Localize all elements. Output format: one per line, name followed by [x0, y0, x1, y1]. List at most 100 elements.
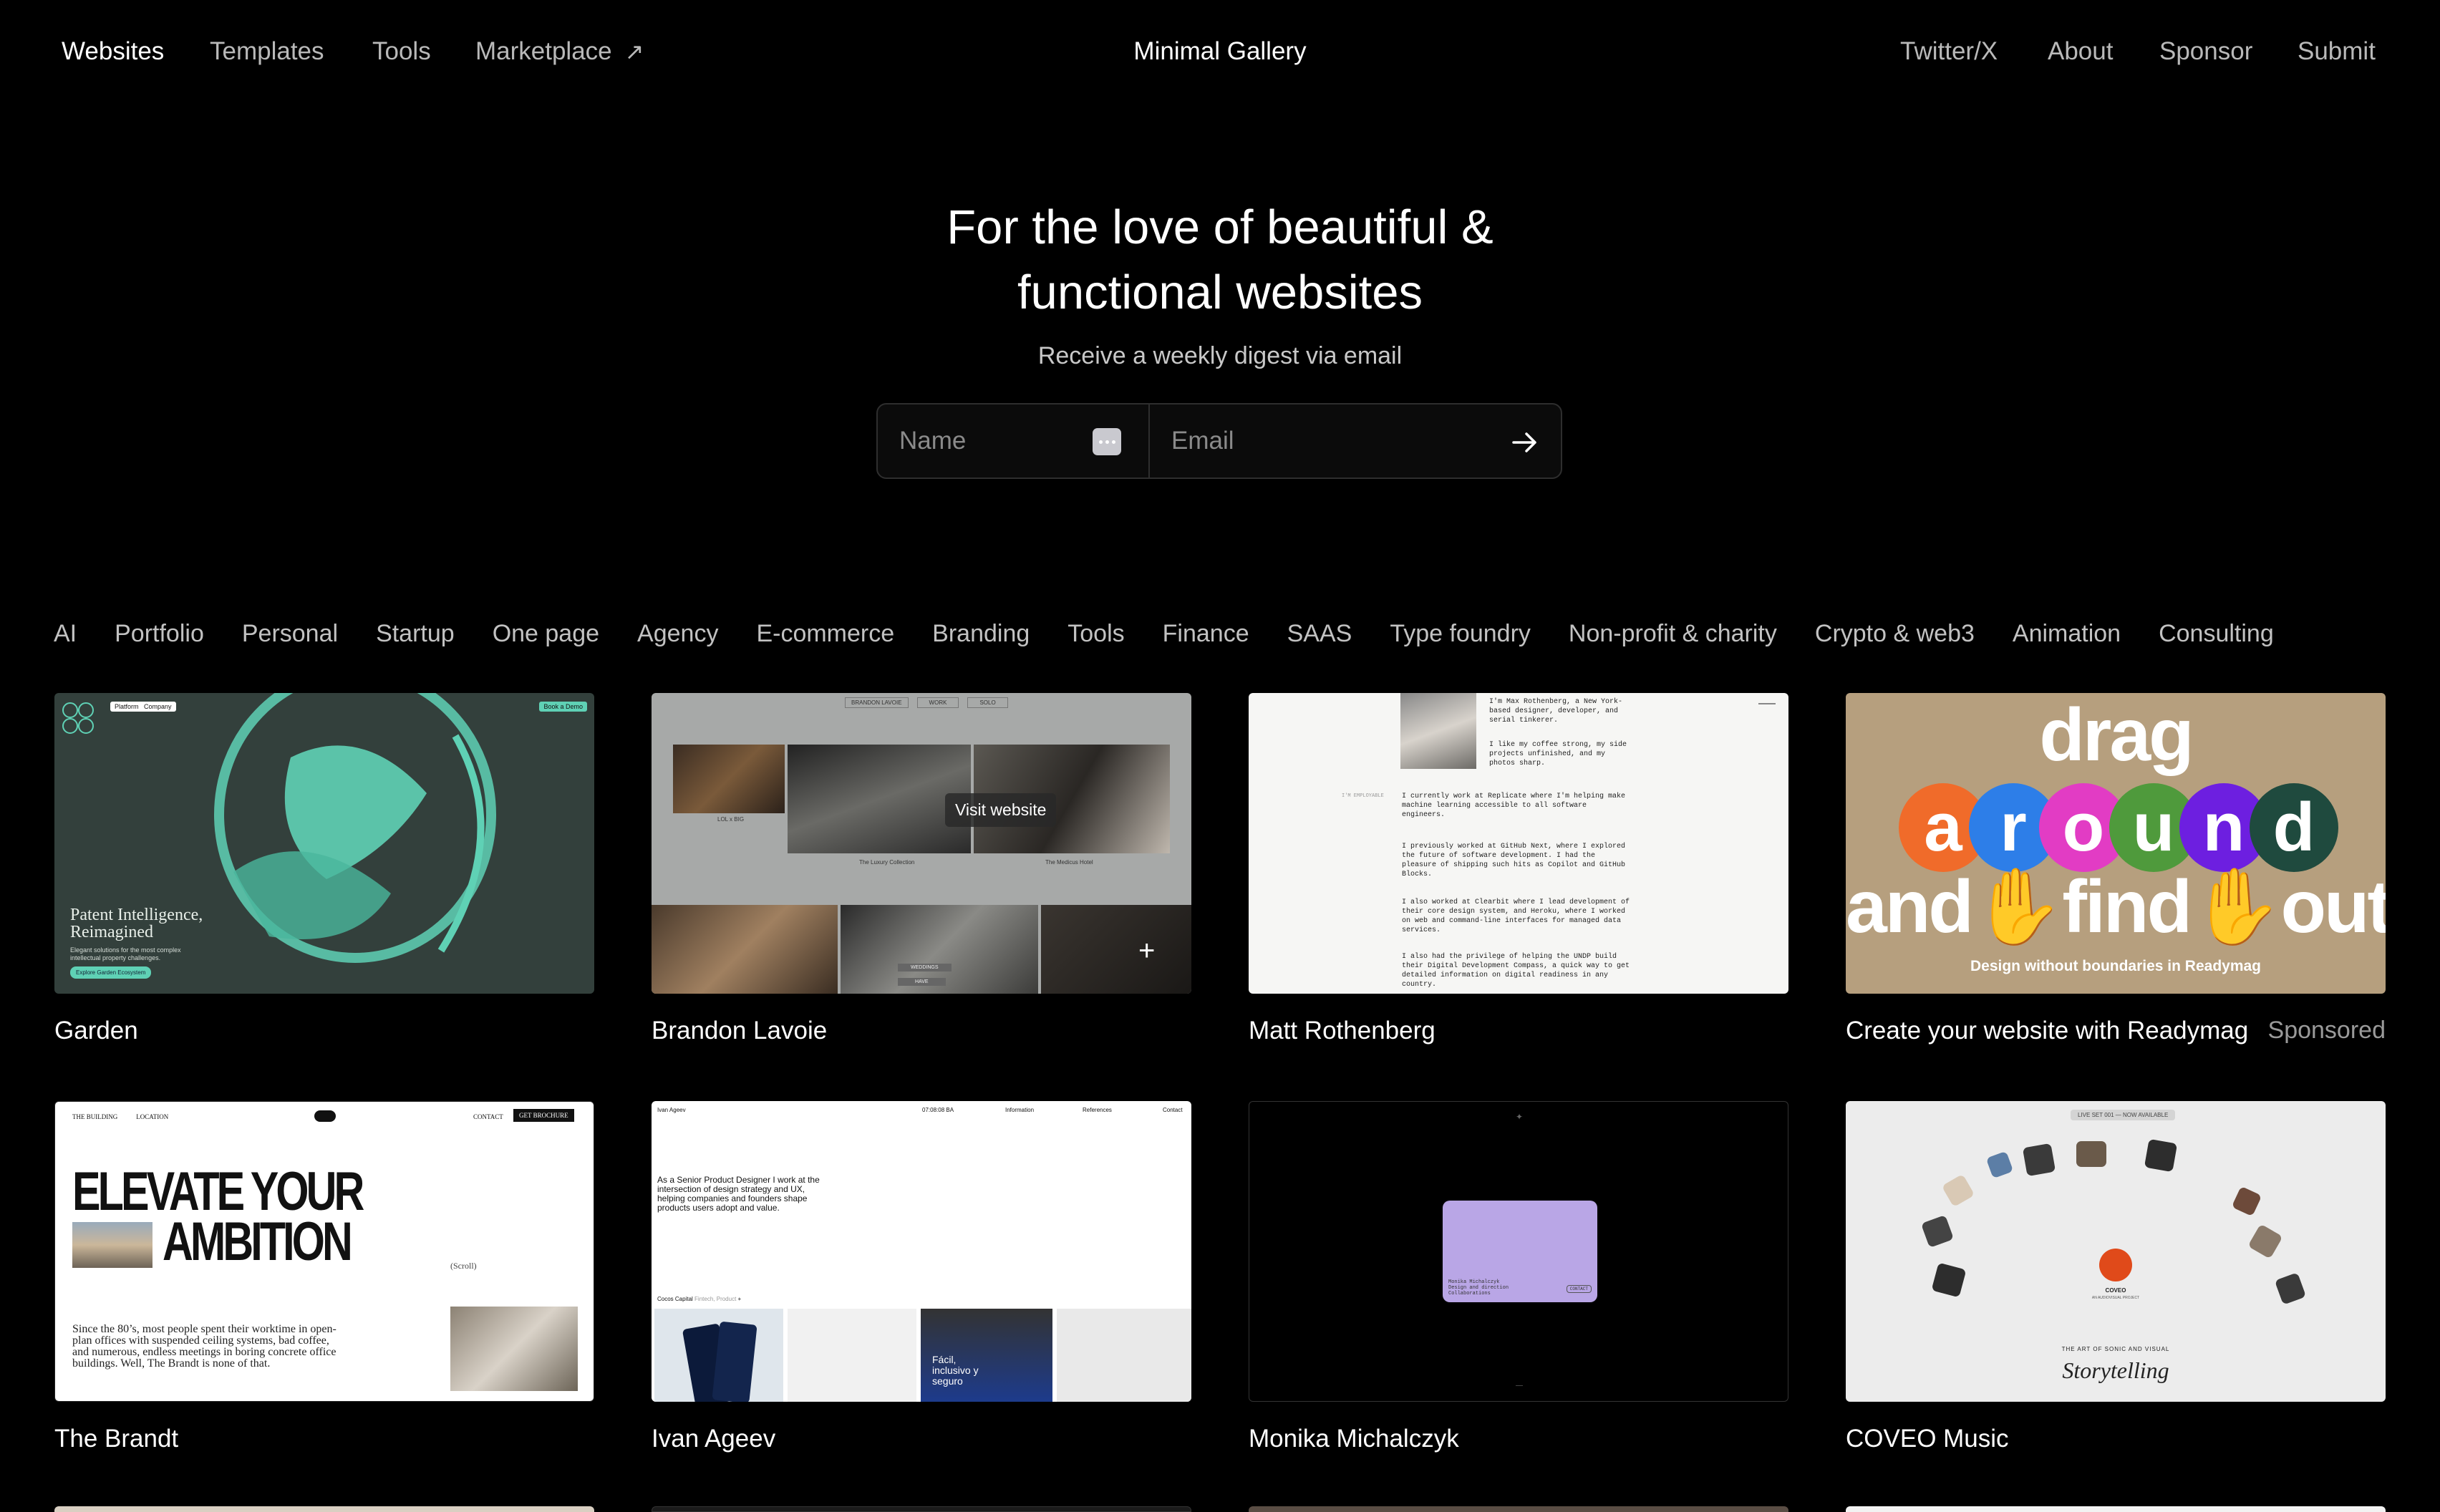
- site-title[interactable]: Brandon Lavoie: [652, 1017, 827, 1045]
- menu-icon[interactable]: [1758, 703, 1776, 706]
- category-portfolio[interactable]: Portfolio: [115, 620, 204, 647]
- category-tools[interactable]: Tools: [1068, 620, 1124, 647]
- sparkle-icon: ✦: [1516, 1112, 1524, 1122]
- site-card[interactable]: THE BUILDING LOCATION CONTACT GET BROCHUR…: [54, 1101, 594, 1453]
- readymag-word-drag: drag: [2039, 694, 2194, 777]
- category-animation[interactable]: Animation: [2013, 620, 2121, 647]
- coveo-tile: [2144, 1138, 2178, 1173]
- nav-submit[interactable]: Submit: [2298, 37, 2376, 66]
- site-thumbnail[interactable]: BRANDON LAVOIE WORK SOLO LOL x BIG The Lux…: [652, 693, 1191, 994]
- site-card-sponsored[interactable]: drag a r o u n d and✋find✋out Design wit…: [1846, 693, 2386, 1045]
- site-thumbnail[interactable]: Ivan Ageev 07:08:08 BA Information Refer…: [652, 1101, 1191, 1402]
- site-title[interactable]: Monika Michalczyk: [1249, 1425, 1459, 1453]
- ivan-intro: As a Senior Product Designer I work at t…: [657, 1175, 820, 1213]
- site-card[interactable]: I'm Max Rothenberg, a New York-based des…: [1249, 693, 1788, 1045]
- coveo-tile: [1985, 1150, 2014, 1179]
- name-input[interactable]: Name: [878, 404, 1150, 478]
- site-title[interactable]: The Brandt: [54, 1425, 178, 1453]
- ivan-project-image: [654, 1309, 783, 1402]
- category-branding[interactable]: Branding: [932, 620, 1030, 647]
- category-ecommerce[interactable]: E-commerce: [756, 620, 894, 647]
- ivan-project-image: Fácil, inclusivo y seguro: [921, 1309, 1052, 1402]
- readymag-tagline: Design without boundaries in Readymag: [1970, 958, 2262, 974]
- site-thumbnail-partial[interactable]: [652, 1506, 1191, 1512]
- ivan-nav: Contact: [1163, 1107, 1183, 1113]
- site-thumbnail[interactable]: Platform Company Book a Demo Patent Inte…: [54, 693, 594, 994]
- site-thumbnail[interactable]: I'm Max Rothenberg, a New York-based des…: [1249, 693, 1788, 994]
- category-startup[interactable]: Startup: [376, 620, 455, 647]
- waving-hand-icon: ✋: [2190, 866, 2282, 949]
- sponsored-badge: Sponsored: [2267, 1017, 2386, 1044]
- site-title[interactable]: Create your website with Readymag: [1846, 1017, 2248, 1045]
- brandon-menu: BRANDON LAVOIE WORK SOLO: [845, 697, 1008, 708]
- readymag-letter-row: a r o u n d: [1899, 783, 2338, 872]
- nav-sponsor[interactable]: Sponsor: [2159, 37, 2252, 66]
- visit-website-tooltip[interactable]: Visit website: [945, 793, 1057, 827]
- site-thumbnail[interactable]: THE BUILDING LOCATION CONTACT GET BROCHUR…: [54, 1101, 594, 1402]
- hero-title-line2: functional websites: [1017, 266, 1423, 319]
- site-title[interactable]: Ivan Ageev: [652, 1425, 775, 1453]
- brandt-logo: [314, 1110, 336, 1122]
- monika-contact: CONTACT: [1566, 1285, 1592, 1293]
- category-agency[interactable]: Agency: [637, 620, 718, 647]
- email-placeholder: Email: [1171, 427, 1234, 455]
- category-filter-bar: AI Portfolio Personal Startup One page Agency…: [54, 620, 2440, 648]
- plus-icon[interactable]: +: [1138, 936, 1155, 965]
- brandt-image: [450, 1307, 578, 1391]
- password-manager-icon[interactable]: [1093, 428, 1121, 455]
- site-card[interactable]: Platform Company Book a Demo Patent Inte…: [54, 693, 594, 1045]
- submit-arrow-icon[interactable]: [1508, 426, 1541, 459]
- category-crypto[interactable]: Crypto & web3: [1815, 620, 1975, 647]
- email-input[interactable]: Email: [1150, 404, 1561, 478]
- category-personal[interactable]: Personal: [242, 620, 338, 647]
- garden-cta: Book a Demo: [539, 702, 587, 712]
- site-thumbnail[interactable]: drag a r o u n d and✋find✋out Design wit…: [1846, 693, 2386, 994]
- ivan-name: Ivan Ageev: [657, 1107, 686, 1113]
- category-ai[interactable]: AI: [54, 620, 77, 647]
- site-title[interactable]: COVEO Music: [1846, 1425, 2009, 1453]
- brandt-image: [72, 1222, 152, 1268]
- coveo-pill: LIVE SET 001 — NOW AVAILABLE: [2071, 1110, 2176, 1120]
- category-consulting[interactable]: Consulting: [2159, 620, 2274, 647]
- top-nav: Websites Templates Tools Marketplace ↗ Mi…: [0, 0, 2440, 107]
- category-non-profit[interactable]: Non-profit & charity: [1569, 620, 1777, 647]
- brandon-caption: The Luxury Collection: [859, 859, 915, 866]
- category-type-foundry[interactable]: Type foundry: [1390, 620, 1531, 647]
- site-thumbnail[interactable]: ✦ Monika Michalczyk Design and direction C…: [1249, 1101, 1788, 1402]
- site-card[interactable]: Ivan Ageev 07:08:08 BA Information Refer…: [652, 1101, 1191, 1453]
- brandon-photo: [652, 905, 838, 994]
- site-thumbnail-partial[interactable]: [1249, 1506, 1788, 1512]
- garden-headline: Patent Intelligence, Reimagined: [70, 906, 203, 941]
- category-saas[interactable]: SAAS: [1287, 620, 1352, 647]
- site-card[interactable]: BRANDON LAVOIE WORK SOLO LOL x BIG The Lux…: [652, 693, 1191, 1045]
- ivan-nav: References: [1083, 1107, 1112, 1113]
- coveo-tile: [1920, 1214, 1955, 1249]
- brandt-body: Since the 80’s, most people spent their …: [72, 1323, 337, 1370]
- coveo-tile: [2076, 1141, 2106, 1167]
- monika-card-text: Monika Michalczyk Design and direction Col…: [1448, 1279, 1509, 1297]
- site-card[interactable]: LIVE SET 001 — NOW AVAILABLE COVEO AN AU…: [1846, 1101, 2386, 1453]
- readymag-letter: d: [2250, 783, 2338, 872]
- site-card[interactable]: ✦ Monika Michalczyk Design and direction C…: [1249, 1101, 1788, 1453]
- hero-subtitle: Receive a weekly digest via email: [1037, 342, 1403, 369]
- brandt-headline: ELEVATE YOUR: [72, 1161, 364, 1222]
- divider: [1516, 1385, 1523, 1386]
- waving-hand-icon: ✋: [1971, 866, 2064, 949]
- nav-twitter[interactable]: Twitter/X: [1900, 37, 1998, 66]
- brandon-photo: [673, 745, 785, 813]
- ivan-sign: Fácil, inclusivo y seguro: [932, 1354, 979, 1387]
- category-finance[interactable]: Finance: [1163, 620, 1249, 647]
- garden-button: Explore Garden Ecosystem: [70, 966, 152, 979]
- site-thumbnail-partial[interactable]: [1846, 1506, 2386, 1512]
- hero-title: For the love of beautiful & functional w…: [0, 195, 2440, 325]
- site-thumbnail-partial[interactable]: [54, 1506, 594, 1512]
- brandon-photo: [1041, 905, 1191, 994]
- coveo-brand-sub: AN AUDIOVISUAL PROJECT: [2091, 1296, 2140, 1300]
- site-title[interactable]: Garden: [54, 1017, 138, 1045]
- category-one-page[interactable]: One page: [493, 620, 599, 647]
- matt-bio: I also had the privilege of helping the …: [1402, 953, 1630, 989]
- site-title[interactable]: Matt Rothenberg: [1249, 1017, 1436, 1045]
- site-thumbnail[interactable]: LIVE SET 001 — NOW AVAILABLE COVEO AN AU…: [1846, 1101, 2386, 1402]
- nav-about[interactable]: About: [2048, 37, 2113, 66]
- ivan-nav: Information: [1005, 1107, 1035, 1113]
